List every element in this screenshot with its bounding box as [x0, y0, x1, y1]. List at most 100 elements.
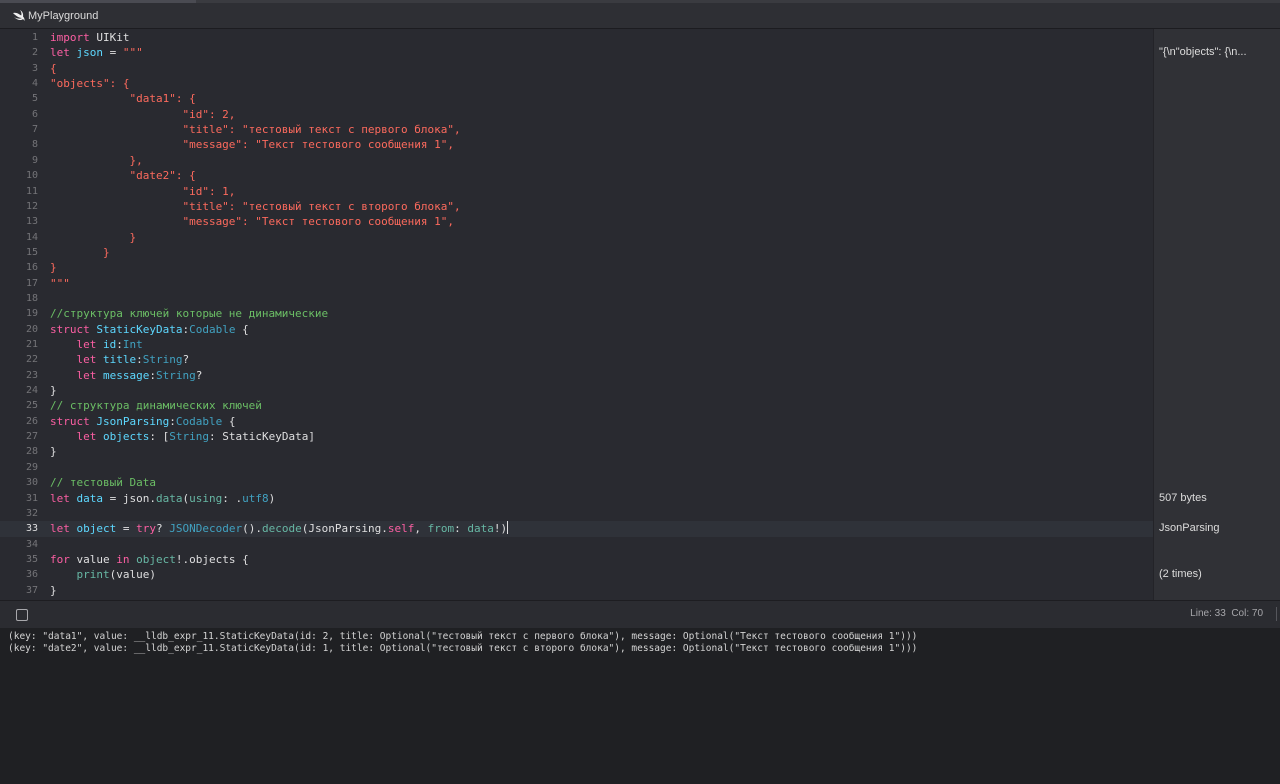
code-line[interactable]: 32 — [0, 506, 1153, 521]
code-editor[interactable]: 1 import UIKit 2 let json = """ 3{4 "objects"… — [0, 29, 1153, 600]
code-token: data — [76, 491, 104, 505]
code-line[interactable]: 26 struct JsonParsing:Codable { — [0, 414, 1153, 429]
code-text[interactable]: let id:Int — [50, 337, 143, 352]
code-text[interactable]: import UIKit — [50, 30, 130, 45]
code-line[interactable]: 35 for value in object!.objects { — [0, 552, 1153, 567]
code-line[interactable]: 31 let data = json.data(using: .utf8) — [0, 491, 1153, 506]
code-text[interactable]: } — [50, 245, 110, 260]
code-line[interactable]: 23 let message:String? — [0, 368, 1153, 383]
line-number: 8 — [31, 139, 38, 151]
code-line[interactable]: 21 let id:Int — [0, 337, 1153, 352]
code-line[interactable]: 11 "id": 1, — [0, 184, 1153, 199]
code-line[interactable]: 18 — [0, 291, 1153, 306]
code-line[interactable]: 25 // структура динамических ключей — [0, 398, 1153, 413]
code-line[interactable]: 13 "message": "Текст тестового сообщения… — [0, 214, 1153, 229]
code-text[interactable]: } — [50, 260, 57, 275]
code-text[interactable]: let json = """ — [50, 45, 143, 60]
code-token: from — [427, 522, 455, 536]
result-value[interactable]: "{\n"objects": {\n... — [1159, 45, 1277, 60]
code-text[interactable]: "title": "тестовый текст с второго блока… — [50, 199, 460, 214]
code-line[interactable]: 4 "objects": { — [0, 76, 1153, 91]
swift-icon — [11, 9, 25, 23]
code-text[interactable]: "objects": { — [50, 76, 129, 91]
code-line[interactable]: 36 print(value) — [0, 567, 1153, 582]
code-text[interactable]: } — [50, 583, 57, 598]
code-text[interactable]: "id": 1, — [50, 184, 235, 199]
code-token: : — [116, 338, 123, 351]
code-text[interactable]: print(value) — [50, 567, 156, 582]
code-text[interactable]: struct JsonParsing:Codable { — [50, 414, 235, 429]
code-token: let — [50, 46, 70, 60]
code-text[interactable]: } — [50, 230, 136, 245]
line-number: 25 — [25, 400, 38, 412]
code-text[interactable]: }, — [50, 153, 142, 168]
line-number: 7 — [31, 124, 38, 136]
code-token: let — [76, 430, 97, 444]
result-value[interactable]: (2 times) — [1159, 567, 1277, 582]
code-line[interactable]: 10 "date2": { — [0, 168, 1153, 183]
code-text[interactable]: "message": "Текст тестового сообщения 1"… — [50, 137, 454, 152]
code-token: self — [387, 522, 415, 536]
code-text[interactable]: """ — [50, 276, 70, 291]
code-line[interactable]: 19 //структура ключей которые не динамиче… — [0, 306, 1153, 321]
code-text[interactable]: { — [50, 61, 57, 76]
debug-divider-bar: Line: 33 Col: 70 — [0, 600, 1280, 629]
line-number: 33 — [25, 523, 38, 535]
show-debug-area-checkbox[interactable] — [16, 609, 28, 621]
debug-console[interactable]: (key: "data1", value: __lldb_expr_11.Sta… — [0, 628, 1280, 784]
tab-title[interactable]: MyPlayground — [28, 10, 98, 22]
code-token: = — [103, 46, 123, 60]
code-text[interactable]: } — [50, 383, 57, 398]
code-text[interactable]: // структура динамических ключей — [50, 398, 262, 413]
code-line[interactable]: 15 } — [0, 245, 1153, 260]
code-text[interactable]: "date2": { — [50, 168, 196, 183]
code-text[interactable]: "message": "Текст тестового сообщения 1"… — [50, 214, 454, 229]
code-text[interactable]: // тестовый Data — [50, 475, 156, 490]
code-line[interactable]: 20 struct StaticKeyData:Codable { — [0, 322, 1153, 337]
code-text[interactable]: } — [50, 444, 57, 459]
code-line[interactable]: 37} — [0, 583, 1153, 598]
code-text[interactable]: "data1": { — [50, 91, 195, 106]
code-text[interactable]: //структура ключей которые не динамическ… — [50, 306, 328, 321]
code-token: struct — [50, 322, 90, 336]
code-line[interactable]: 2 let json = """ — [0, 45, 1153, 60]
code-token: """ — [50, 276, 70, 290]
code-line[interactable]: 30 // тестовый Data — [0, 475, 1153, 490]
code-text[interactable]: for value in object!.objects { — [50, 552, 249, 567]
code-token: import — [50, 31, 90, 44]
result-value[interactable]: 507 bytes — [1159, 491, 1277, 506]
code-line[interactable]: 34 — [0, 537, 1153, 552]
code-line[interactable]: 8 "message": "Текст тестового сообщения … — [0, 137, 1153, 152]
code-text[interactable]: let data = json.data(using: .utf8) — [50, 491, 275, 506]
code-line[interactable]: 9 }, — [0, 153, 1153, 168]
code-text[interactable]: let title:String? — [50, 352, 190, 367]
code-line[interactable]: 6 "id": 2, — [0, 107, 1153, 122]
code-line[interactable]: 16} — [0, 260, 1153, 275]
code-line[interactable]: 27 let objects: [String: StaticKeyData] — [0, 429, 1153, 444]
code-text[interactable]: "title": "тестовый текст с первого блока… — [50, 122, 460, 137]
code-text[interactable]: let objects: [String: StaticKeyData] — [50, 429, 315, 444]
line-number: 36 — [25, 569, 38, 581]
code-line[interactable]: 29 — [0, 460, 1153, 475]
code-line[interactable]: 5 "data1": { — [0, 91, 1153, 106]
code-text[interactable]: struct StaticKeyData:Codable { — [50, 322, 249, 337]
result-value[interactable]: JsonParsing — [1159, 521, 1277, 536]
code-text[interactable]: "id": 2, — [50, 107, 235, 122]
code-line[interactable]: 14 } — [0, 230, 1153, 245]
code-line[interactable]: 22 let title:String? — [0, 352, 1153, 367]
code-text[interactable]: let object = try? JSONDecoder().decode(J… — [50, 521, 509, 536]
code-line[interactable]: 24} — [0, 383, 1153, 398]
code-line[interactable]: 7 "title": "тестовый текст с первого бло… — [0, 122, 1153, 137]
code-line[interactable]: 12 "title": "тестовый текст с второго бл… — [0, 199, 1153, 214]
line-number: 13 — [25, 216, 38, 228]
code-token: "date2": { — [50, 169, 196, 183]
code-text[interactable]: let message:String? — [50, 368, 203, 383]
code-line[interactable]: 17 """ — [0, 276, 1153, 291]
code-line[interactable]: 1 import UIKit — [0, 30, 1153, 45]
line-number: 29 — [25, 461, 38, 473]
code-line[interactable]: 28} — [0, 444, 1153, 459]
code-line[interactable]: 33 let object = try? JSONDecoder().decode… — [0, 521, 1153, 537]
code-token: = — [116, 522, 137, 536]
code-line[interactable]: 3{ — [0, 61, 1153, 76]
